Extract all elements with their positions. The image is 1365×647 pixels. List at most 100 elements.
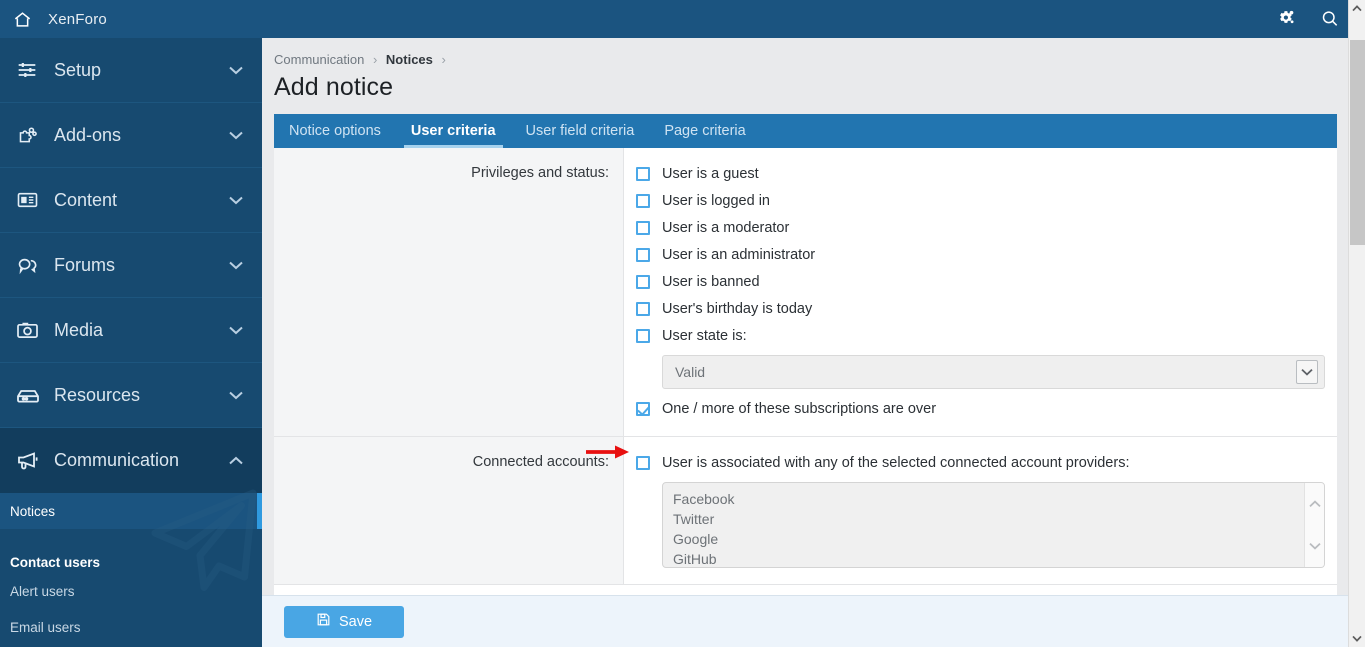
checkbox-user-is-an-administrator[interactable]: User is an administrator — [636, 241, 1325, 268]
breadcrumb: Communication › Notices › — [274, 38, 1337, 71]
list-item[interactable]: Twitter — [673, 509, 1304, 529]
content-inner: Communication › Notices › Add notice Not… — [262, 38, 1365, 595]
sidebar-sub-label: Alert users — [10, 584, 75, 599]
sidebar-sub-label: Contact users — [10, 555, 100, 570]
newspaper-icon — [16, 191, 42, 209]
tab-user-criteria[interactable]: User criteria — [396, 114, 511, 148]
sidebar-sub-label: Notices — [10, 504, 55, 519]
main-content: Communication › Notices › Add notice Not… — [262, 38, 1365, 647]
chevron-up-icon[interactable] — [1309, 495, 1321, 513]
connected-account-providers-listbox[interactable]: Facebook Twitter Google GitHub — [662, 482, 1325, 568]
checkbox-box[interactable] — [636, 248, 650, 262]
chevron-down-icon — [228, 261, 244, 270]
chevron-up-icon — [228, 456, 244, 465]
sidebar-spacer — [0, 529, 262, 539]
row-label: Connected accounts: — [274, 437, 624, 584]
chevron-down-icon[interactable] — [1309, 537, 1321, 555]
user-state-select-wrap: Valid — [662, 355, 1325, 389]
checkbox-box[interactable] — [636, 456, 650, 470]
sidebar-item-content[interactable]: Content — [0, 168, 262, 233]
sidebar-item-resources[interactable]: Resources — [0, 363, 262, 428]
sidebar-item-communication[interactable]: Communication — [0, 428, 262, 493]
bullhorn-icon — [16, 451, 42, 471]
checkbox-user-is-banned[interactable]: User is banned — [636, 268, 1325, 295]
box-icon — [16, 387, 42, 404]
list-item[interactable]: Facebook — [673, 489, 1304, 509]
checkbox-user-is-logged-in[interactable]: User is logged in — [636, 187, 1325, 214]
breadcrumb-item-notices[interactable]: Notices — [386, 52, 433, 67]
checkbox-box[interactable] — [636, 194, 650, 208]
sidebar-item-add-ons[interactable]: Add-ons — [0, 103, 262, 168]
floppy-disk-icon — [316, 612, 331, 631]
scrollbar-up-button[interactable] — [1349, 0, 1365, 17]
chevron-down-icon[interactable] — [1296, 360, 1318, 384]
listbox-scrollbar[interactable] — [1304, 483, 1324, 567]
body-wrapper: Setup Add-ons — [0, 38, 1365, 647]
checkbox-user-is-a-moderator[interactable]: User is a moderator — [636, 214, 1325, 241]
list-item[interactable]: GitHub — [673, 549, 1304, 568]
chevron-down-icon — [228, 196, 244, 205]
tab-label: User criteria — [411, 123, 496, 139]
save-button[interactable]: Save — [284, 606, 404, 638]
checkbox-label: User is banned — [662, 274, 760, 290]
sidebar-heading-contact-users[interactable]: Contact users — [0, 539, 262, 573]
list-item[interactable]: Google — [673, 529, 1304, 549]
scrollbar-thumb[interactable] — [1350, 40, 1365, 245]
checkbox-box[interactable] — [636, 302, 650, 316]
checkbox-label: User's birthday is today — [662, 301, 812, 317]
gears-icon[interactable] — [1275, 8, 1297, 30]
user-state-select[interactable]: Valid — [662, 355, 1325, 389]
page-title: Add notice — [274, 71, 1337, 114]
checkbox-user-state-is[interactable]: User state is: — [636, 322, 1325, 349]
sidebar-item-alert-users[interactable]: Alert users — [0, 573, 262, 609]
sidebar-item-setup[interactable]: Setup — [0, 38, 262, 103]
sidebar-item-media[interactable]: Media — [0, 298, 262, 363]
checkbox-box[interactable] — [636, 167, 650, 181]
form-row-privileges-and-status: Privileges and status: User is a guest U… — [274, 148, 1337, 437]
sidebar-item-email-users[interactable]: Email users — [0, 609, 262, 645]
top-bar: XenForo — [0, 0, 1365, 38]
browser-vertical-scrollbar[interactable] — [1348, 0, 1365, 647]
sidebar-item-forums[interactable]: Forums — [0, 233, 262, 298]
sidebar-label: Forums — [54, 255, 228, 276]
sidebar-label: Resources — [54, 385, 228, 406]
checkbox-label: User is a guest — [662, 166, 759, 182]
sidebar-item-notices[interactable]: Notices — [0, 493, 262, 529]
sidebar-label: Add-ons — [54, 125, 228, 146]
checkbox-subscriptions-are-over[interactable]: One / more of these subscriptions are ov… — [636, 395, 1325, 422]
checkbox-box[interactable] — [636, 402, 650, 416]
brand-title: XenForo — [48, 11, 107, 28]
sidebar-sub-label: Email users — [10, 620, 81, 635]
checkbox-box[interactable] — [636, 275, 650, 289]
tab-user-field-criteria[interactable]: User field criteria — [511, 114, 650, 148]
checkbox-box[interactable] — [636, 329, 650, 343]
chevron-down-icon — [228, 131, 244, 140]
row-label: Privileges and status: — [274, 148, 624, 436]
checkbox-users-birthday-is-today[interactable]: User's birthday is today — [636, 295, 1325, 322]
tab-label: Page criteria — [664, 123, 745, 139]
tab-page-criteria[interactable]: Page criteria — [649, 114, 760, 148]
select-value: Valid — [675, 364, 1296, 380]
save-label: Save — [339, 614, 372, 630]
checkbox-label: User is logged in — [662, 193, 770, 209]
checkbox-label: User state is: — [662, 328, 747, 344]
chevron-down-icon — [228, 391, 244, 400]
search-icon[interactable] — [1319, 8, 1341, 30]
checkbox-connected-account-providers[interactable]: User is associated with any of the selec… — [636, 449, 1325, 476]
breadcrumb-item-communication[interactable]: Communication — [274, 52, 364, 67]
checkbox-label: User is an administrator — [662, 247, 815, 263]
tab-notice-options[interactable]: Notice options — [274, 114, 396, 148]
chevron-down-icon — [228, 326, 244, 335]
puzzle-icon — [16, 125, 42, 146]
row-body: User is associated with any of the selec… — [624, 437, 1337, 584]
scrollbar-down-button[interactable] — [1349, 630, 1365, 647]
form-panel: Privileges and status: User is a guest U… — [274, 148, 1337, 595]
top-bar-brand-area: XenForo — [0, 7, 262, 31]
checkbox-user-is-a-guest[interactable]: User is a guest — [636, 160, 1325, 187]
checkbox-label: User is a moderator — [662, 220, 789, 236]
chevron-down-icon — [228, 66, 244, 75]
home-icon[interactable] — [10, 7, 34, 31]
comments-icon — [16, 255, 42, 276]
sidebar-label: Communication — [54, 450, 228, 471]
checkbox-box[interactable] — [636, 221, 650, 235]
